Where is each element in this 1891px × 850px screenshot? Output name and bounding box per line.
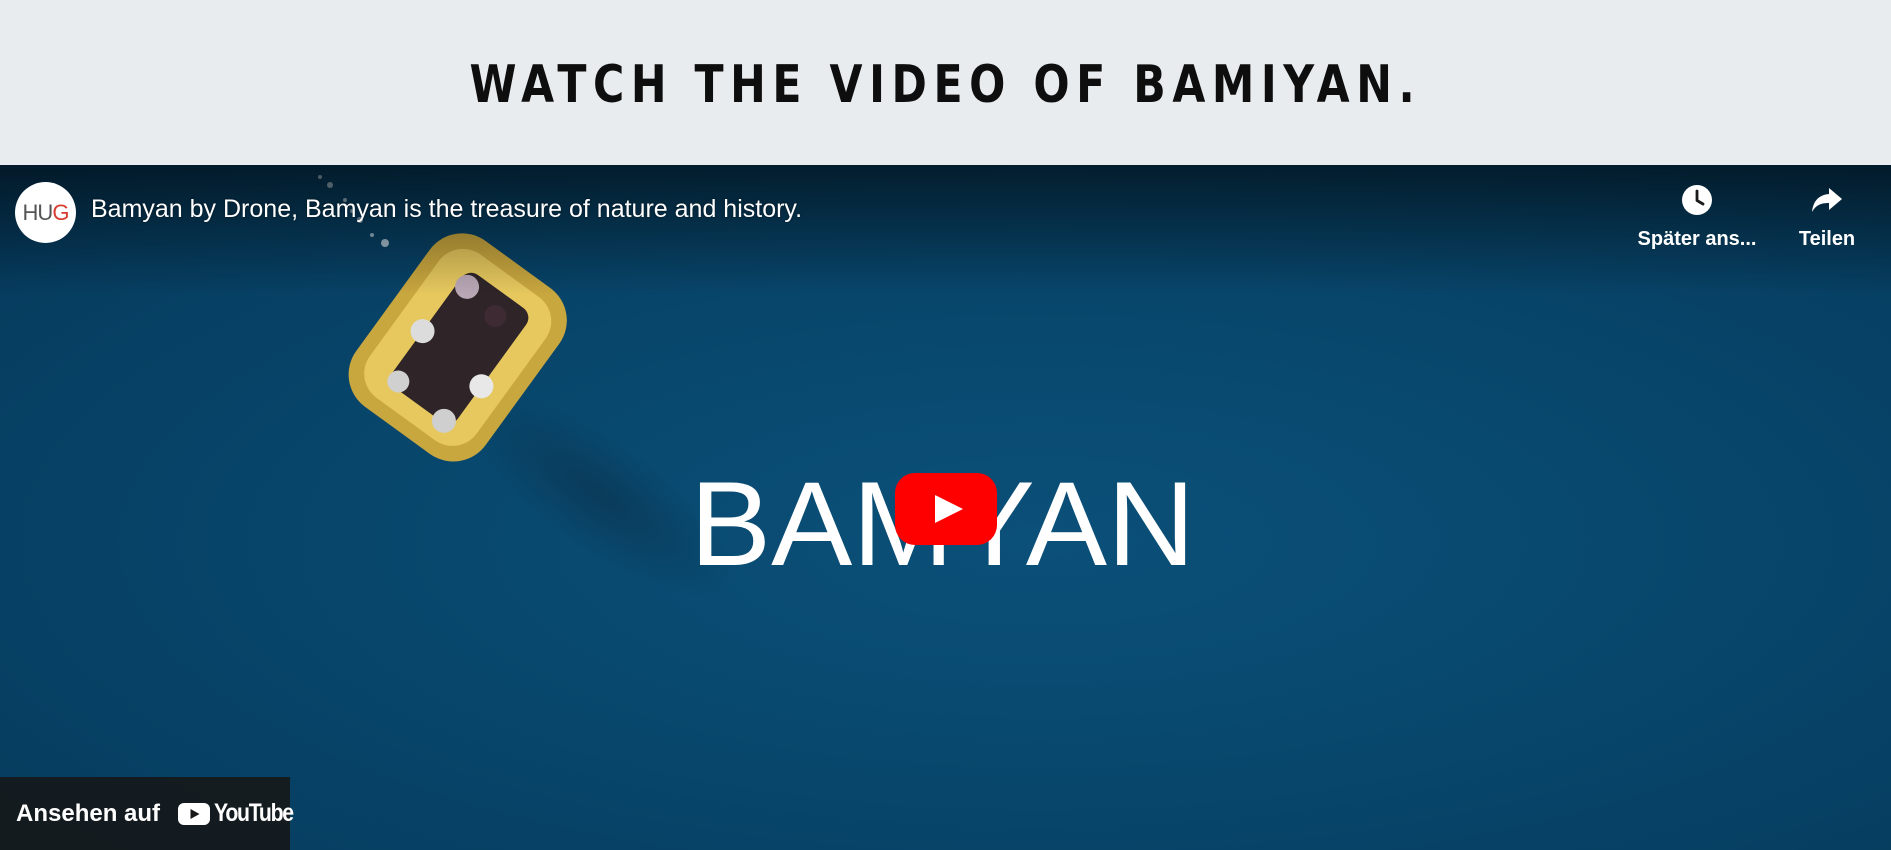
channel-avatar[interactable]: HUG <box>15 182 76 243</box>
top-gradient-overlay <box>0 165 1891 295</box>
section-header: WATCH THE VIDEO OF BAMIYAN. <box>0 0 1891 165</box>
page-heading: WATCH THE VIDEO OF BAMIYAN. <box>469 54 1422 115</box>
share-label: Teilen <box>1798 228 1856 250</box>
watch-later-label: Später ans... <box>1637 228 1757 250</box>
share-button[interactable]: Teilen <box>1782 182 1872 251</box>
clock-icon <box>1679 182 1715 218</box>
watch-on-youtube-button[interactable]: Ansehen auf YouTube <box>0 777 294 850</box>
watch-on-label: Ansehen auf <box>16 799 161 827</box>
video-player[interactable]: HUG Bamyan by Drone, Bamyan is the treas… <box>0 165 1891 850</box>
avatar-logo: HUG <box>22 199 70 225</box>
play-button[interactable] <box>895 473 997 545</box>
share-arrow-icon <box>1809 182 1845 218</box>
play-icon <box>895 473 997 545</box>
youtube-logo-icon: YouTube <box>178 799 307 828</box>
youtube-logo-text: YouTube <box>214 799 294 827</box>
watch-later-button[interactable]: Später ans... <box>1632 182 1762 251</box>
video-title-link[interactable]: Bamyan by Drone, Bamyan is the treasure … <box>91 195 802 224</box>
